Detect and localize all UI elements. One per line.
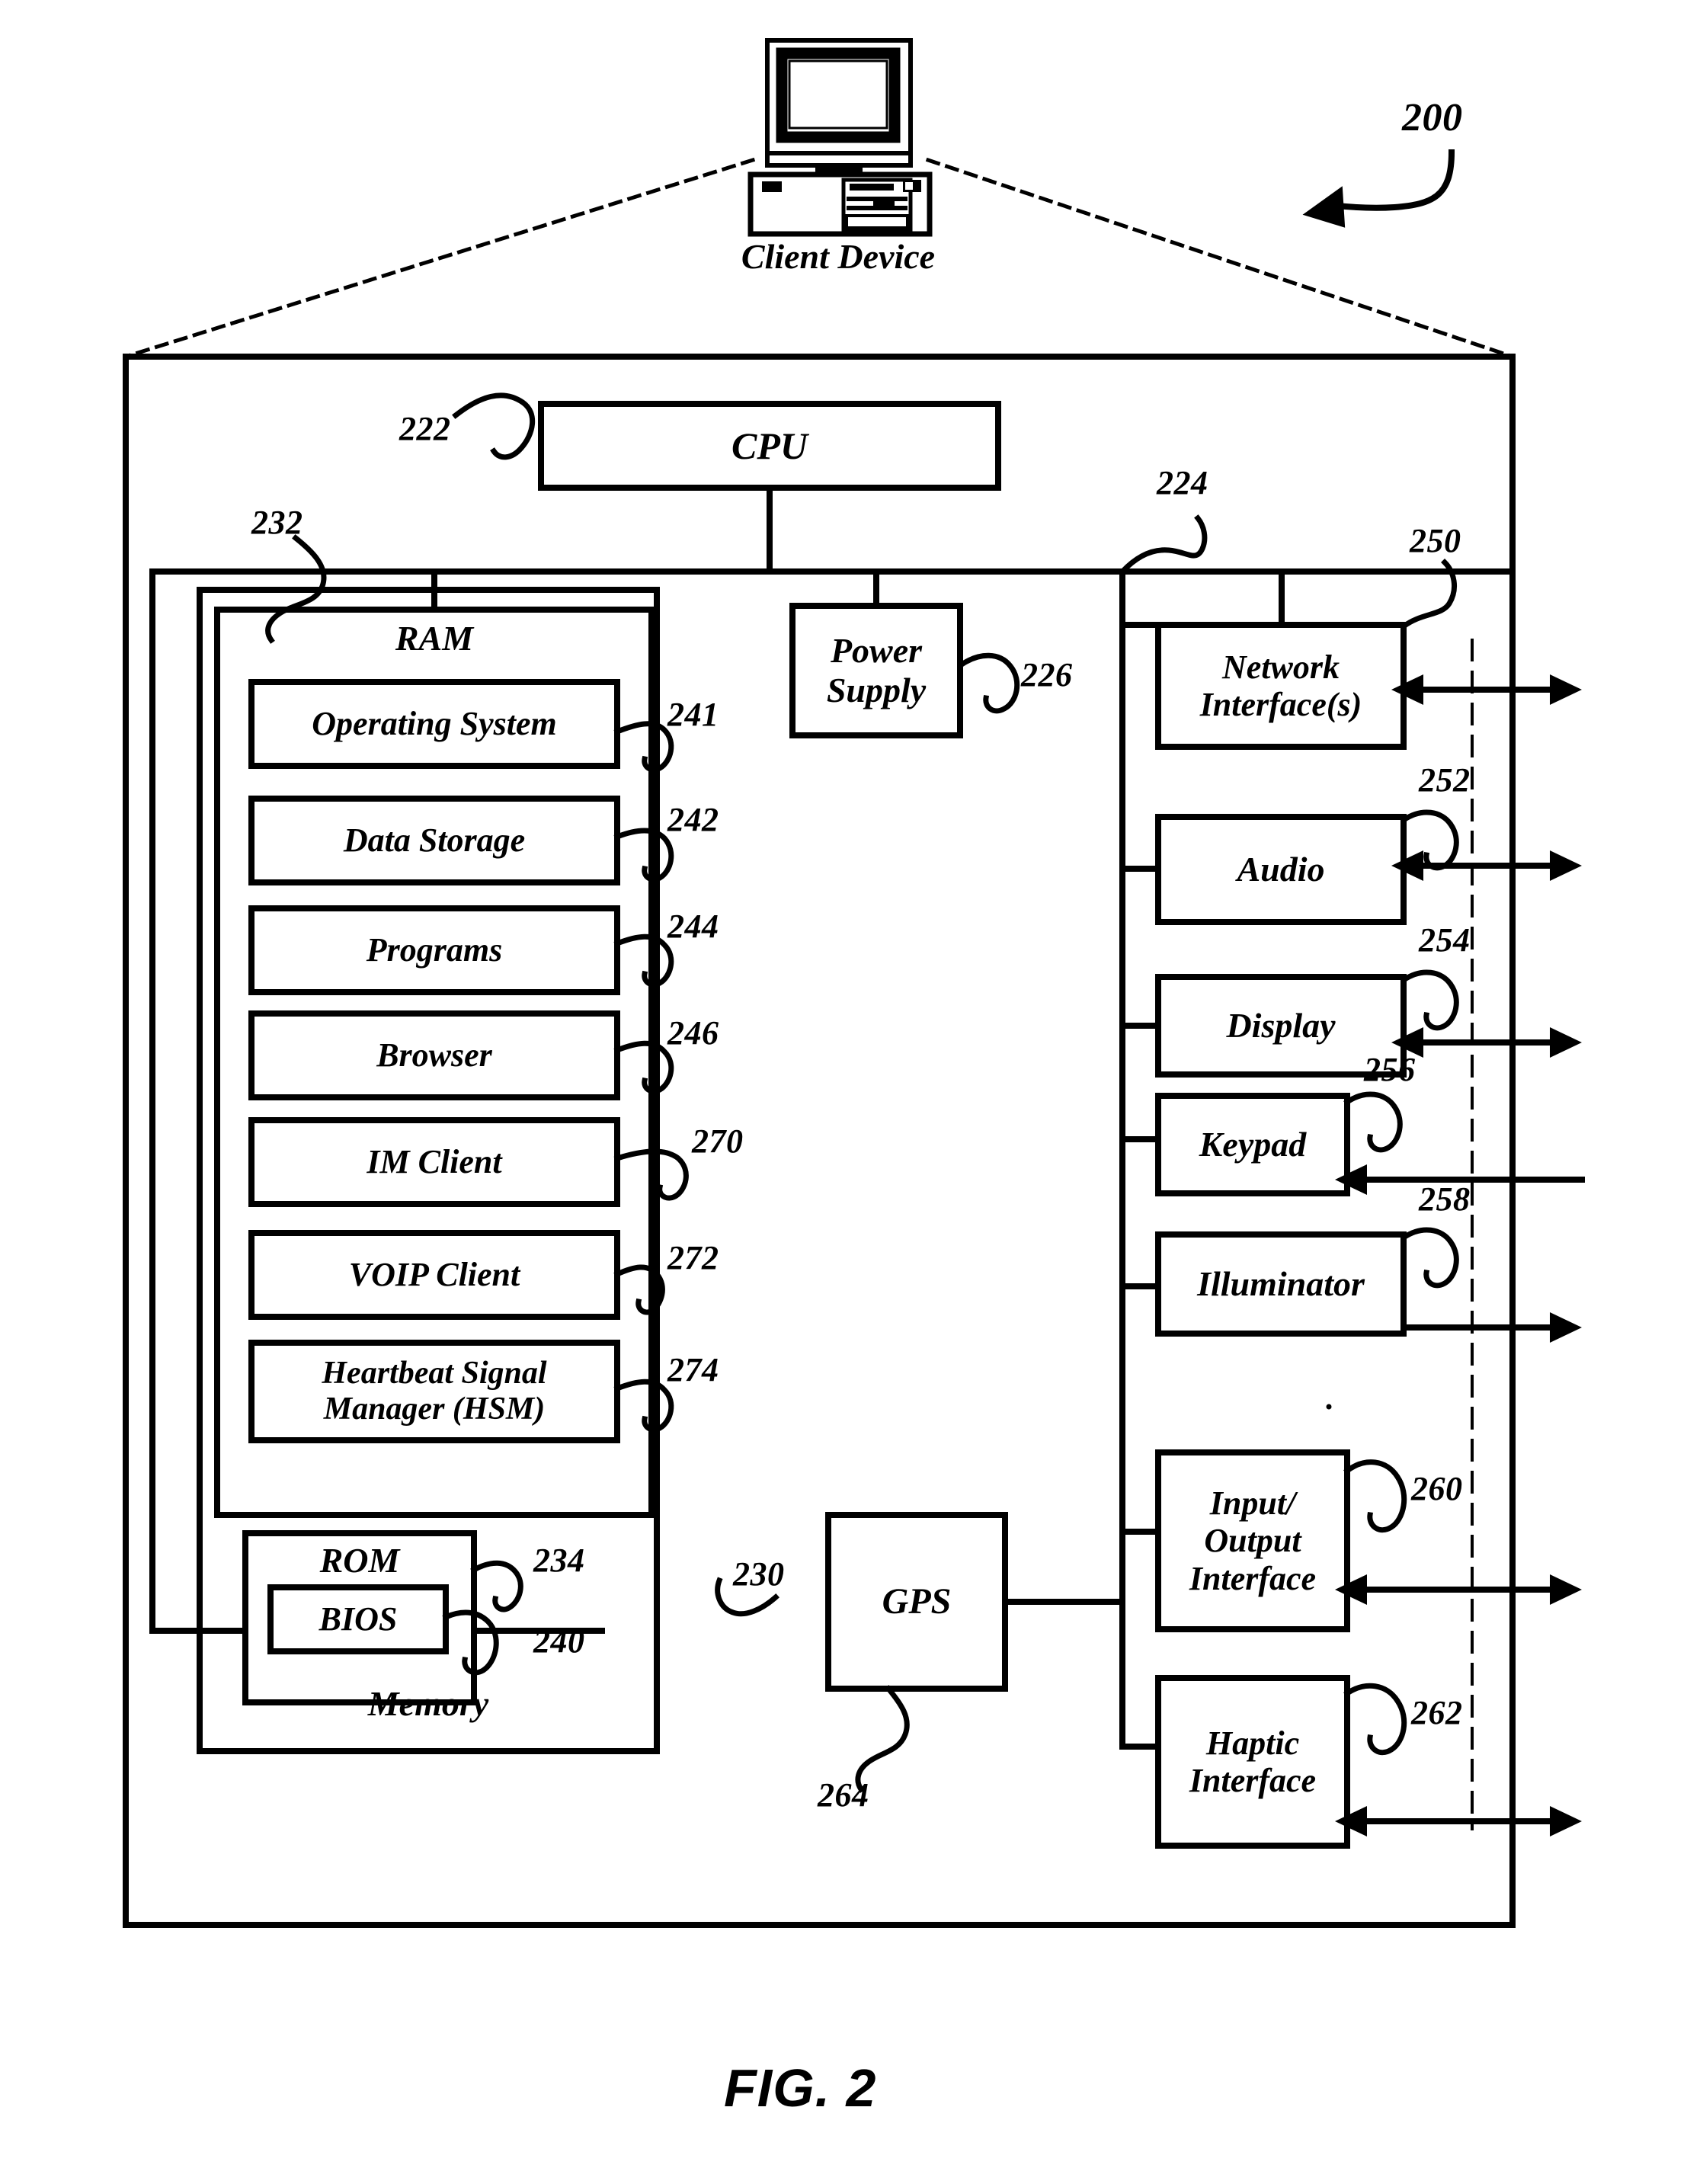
- ram-item-label-0: Operating System: [312, 705, 557, 743]
- ref-number-242: 242: [667, 801, 719, 838]
- ref-262-leader: [1343, 1683, 1407, 1756]
- ref-number-254: 254: [1419, 921, 1471, 959]
- ref-number-264: 264: [818, 1776, 869, 1814]
- ref-number-232: 232: [251, 504, 303, 541]
- ref-number-246: 246: [667, 1014, 719, 1052]
- ram-item-label-6: Heartbeat Signal Manager (HSM): [322, 1355, 547, 1427]
- ref-234-leader: [470, 1560, 523, 1612]
- stray-speck: [1326, 1404, 1332, 1410]
- ram-item-label-3: Browser: [376, 1036, 492, 1074]
- ref-number-272: 272: [667, 1239, 719, 1276]
- figure-caption: FIG. 2: [724, 2058, 877, 2118]
- ref-number-274: 274: [667, 1351, 719, 1388]
- io-label-network: Network Interface(s): [1199, 648, 1362, 723]
- ref-number-224: 224: [1157, 464, 1208, 501]
- ref-241-leader: [613, 721, 674, 773]
- ref-number-240: 240: [533, 1622, 585, 1660]
- ref-200-leader: [1302, 149, 1455, 228]
- ref-number-252: 252: [1419, 761, 1471, 799]
- ref-number-262: 262: [1411, 1694, 1463, 1731]
- ref-260-leader: [1343, 1459, 1407, 1533]
- ref-number-230: 230: [733, 1555, 785, 1593]
- ram-item-label-2: Programs: [366, 931, 503, 969]
- io-label-audio: Audio: [1237, 850, 1325, 889]
- ref-256-leader: [1343, 1091, 1403, 1153]
- patent-figure: Client Device FIG. 2 200 CPU 222 232 224…: [0, 0, 1687, 2184]
- ref-246-leader: [613, 1040, 674, 1094]
- ref-254-leader: [1400, 969, 1459, 1031]
- io-label-keypad: Keypad: [1199, 1125, 1307, 1164]
- ram-item-label-4: IM Client: [367, 1143, 502, 1181]
- ref-number-256: 256: [1364, 1051, 1416, 1088]
- client-device-label: Client Device: [741, 237, 936, 276]
- ref-number-258: 258: [1419, 1180, 1471, 1218]
- io-label-input-output: Input/ Output Interface: [1189, 1484, 1317, 1597]
- cpu-label: CPU: [731, 424, 808, 467]
- io-label-haptic: Haptic Interface: [1189, 1724, 1317, 1799]
- ref-number-244: 244: [667, 908, 719, 945]
- bios-label: BIOS: [319, 1600, 398, 1638]
- client-device-icon: [747, 38, 933, 237]
- ref-244-leader: [613, 933, 674, 988]
- gps-label: GPS: [882, 1581, 952, 1622]
- ref-number-270: 270: [692, 1122, 744, 1160]
- ref-number-234: 234: [533, 1542, 585, 1579]
- ram-item-label-1: Data Storage: [343, 821, 526, 860]
- ref-242-leader: [613, 828, 674, 882]
- ref-number-226: 226: [1021, 656, 1073, 693]
- ref-number-200: 200: [1402, 96, 1463, 139]
- ref-264-leader: [855, 1685, 910, 1793]
- ram-label: RAM: [395, 619, 474, 658]
- power-supply-label: Power Supply: [826, 631, 927, 709]
- io-label-illuminator: Illuminator: [1197, 1264, 1365, 1304]
- ram-item-label-5: VOIP Client: [348, 1256, 520, 1294]
- ref-224-leader: [1119, 514, 1208, 575]
- ref-number-241: 241: [667, 696, 719, 733]
- ref-222-leader: [452, 392, 536, 460]
- memory-label: Memory: [367, 1684, 489, 1723]
- ref-258-leader: [1400, 1227, 1459, 1289]
- ref-number-250: 250: [1410, 522, 1461, 559]
- ref-226-leader: [958, 652, 1020, 714]
- rom-label: ROM: [319, 1541, 400, 1580]
- ref-number-222: 222: [399, 410, 451, 447]
- ref-number-260: 260: [1411, 1470, 1463, 1507]
- ref-274-leader: [613, 1379, 674, 1433]
